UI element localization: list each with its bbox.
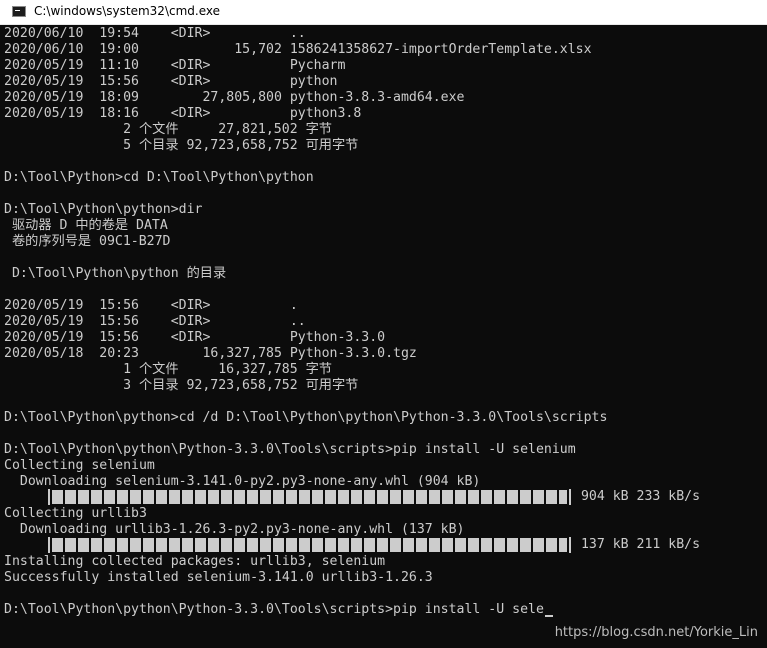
console-line: D:\Tool\Python\python\Python-3.3.0\Tools… — [4, 442, 576, 457]
progress-bar-left-cap — [48, 537, 50, 553]
console-line: 1 个文件 16,327,785 字节 — [4, 362, 332, 377]
console-line: Installing collected packages: urllib3, … — [4, 554, 386, 569]
progress-stats: 904 kB 233 kB/s — [573, 489, 701, 504]
console-line: 2020/05/19 11:10 <DIR> Pycharm — [4, 58, 346, 73]
console-line: D:\Tool\Python\python 的目录 — [4, 266, 227, 281]
console-line: 2020/05/19 15:56 <DIR> python — [4, 74, 338, 89]
console-line: 5 个目录 92,723,658,752 可用字节 — [4, 138, 359, 153]
progress-bar: 904 kB 233 kB/s — [0, 488, 767, 506]
console-line: 驱动器 D 中的卷是 DATA — [4, 218, 168, 233]
console-line: 2020/05/19 15:56 <DIR> . — [4, 298, 298, 313]
console-line: 2020/05/19 15:56 <DIR> .. — [4, 314, 306, 329]
title-bar[interactable]: C:\windows\system32\cmd.exe — [0, 0, 767, 25]
console-line: 2020/05/19 18:09 27,805,800 python-3.8.3… — [4, 90, 465, 105]
watermark: https://blog.csdn.net/Yorkie_Lin — [554, 625, 758, 640]
console-line: 2020/05/18 20:23 16,327,785 Python-3.3.0… — [4, 346, 417, 361]
console-line: Collecting selenium — [4, 458, 155, 473]
console-line: D:\Tool\Python>cd D:\Tool\Python\python — [4, 170, 314, 185]
progress-bar-right-cap — [569, 537, 571, 553]
console-line: 卷的序列号是 09C1-B27D — [4, 234, 171, 249]
window-title: C:\windows\system32\cmd.exe — [34, 4, 220, 18]
progress-bar-fill — [52, 538, 567, 552]
console-line: D:\Tool\Python\python>cd /d D:\Tool\Pyth… — [4, 410, 608, 425]
console-line: 2020/05/19 18:16 <DIR> python3.8 — [4, 106, 362, 121]
text-cursor — [544, 615, 553, 617]
console-line: Collecting urllib3 — [4, 506, 147, 521]
console-line: 2020/06/10 19:54 <DIR> .. — [4, 26, 306, 41]
console-line: D:\Tool\Python\python>dir — [4, 202, 203, 217]
console-line: Successfully installed selenium-3.141.0 … — [4, 570, 433, 585]
progress-bar-right-cap — [569, 489, 571, 505]
progress-bar: 137 kB 211 kB/s — [0, 536, 767, 554]
console-line: 2 个文件 27,821,502 字节 — [4, 122, 332, 137]
console-line: D:\Tool\Python\python\Python-3.3.0\Tools… — [4, 602, 544, 617]
progress-stats: 137 kB 211 kB/s — [573, 537, 701, 552]
progress-bar-fill — [52, 490, 567, 504]
console-line: 3 个目录 92,723,658,752 可用字节 — [4, 378, 359, 393]
console-output[interactable]: 2020/06/10 19:54 <DIR> .. 2020/06/10 19:0… — [0, 26, 767, 648]
progress-bar-left-cap — [48, 489, 50, 505]
console-icon — [12, 6, 26, 17]
console-line: 2020/06/10 19:00 15,702 1586241358627-im… — [4, 42, 592, 57]
console-line: 2020/05/19 15:56 <DIR> Python-3.3.0 — [4, 330, 386, 345]
